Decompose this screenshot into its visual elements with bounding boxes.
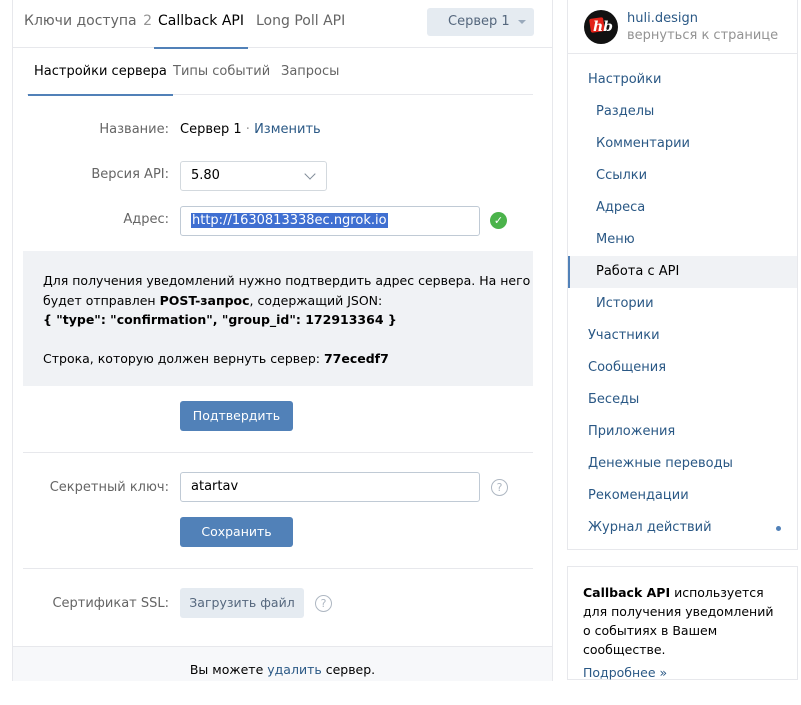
info-bold: POST-запрос — [159, 292, 250, 308]
info-json: { "type": "confirmation", "group_id": 17… — [43, 312, 397, 327]
check-icon: ✓ — [490, 212, 507, 229]
delete-server-link[interactable]: удалить — [267, 662, 321, 677]
callback-info-card: Callback API используется для получения … — [567, 566, 798, 680]
menu-item-messages[interactable]: Сообщения — [568, 352, 797, 384]
server-select[interactable]: Сервер 1 — [427, 8, 534, 36]
info-text: будет отправлен — [43, 292, 160, 308]
tab-callback-api[interactable]: Callback API — [153, 0, 249, 49]
menu-item-members[interactable]: Участники — [568, 320, 797, 352]
secret-key-value: atartav — [191, 479, 239, 494]
menu-item-addresses[interactable]: Адреса — [568, 192, 797, 224]
notification-dot — [776, 526, 781, 531]
info-text: Строка, которую должен вернуть сервер: — [43, 350, 324, 366]
tab-label: Callback API — [158, 13, 245, 29]
menu-item-settings[interactable]: Настройки — [568, 64, 797, 96]
address-label: Адрес: — [123, 212, 169, 227]
secret-key-label: Секретный ключ: — [49, 480, 169, 495]
separator: · — [241, 122, 255, 137]
delete-server-footer: Вы можете удалить сервер. — [13, 646, 552, 681]
group-name-link[interactable]: huli.design — [627, 11, 698, 26]
tab-label: Long Poll API — [256, 13, 346, 29]
menu-item-stories[interactable]: Истории — [568, 288, 797, 320]
change-name-link[interactable]: Изменить — [254, 122, 321, 137]
footer-text: сервер. — [321, 662, 376, 677]
back-to-page-link[interactable]: вернуться к странице — [627, 28, 778, 43]
api-version-value: 5.80 — [191, 168, 220, 183]
server-select-value: Сервер 1 — [448, 14, 510, 29]
footer-text: Вы можете — [189, 662, 268, 677]
save-button[interactable]: Сохранить — [180, 517, 293, 547]
group-header: hb huli.design вернуться к странице — [568, 0, 797, 54]
info-text: , содержащий JSON: — [249, 292, 383, 308]
server-name-value: Сервер 1 — [180, 122, 242, 137]
settings-sidebar: hb huli.design вернуться к странице Наст… — [567, 0, 798, 550]
confirmation-code: 77ecedf7 — [323, 350, 389, 366]
top-tabs: Ключи доступа 2 Callback API Long Poll A… — [13, 0, 552, 49]
menu-item-chats[interactable]: Беседы — [568, 384, 797, 416]
ssl-label: Сертификат SSL: — [52, 596, 169, 611]
info-title: Callback API — [583, 585, 671, 600]
learn-more-link[interactable]: Подробнее » — [583, 663, 782, 682]
divider — [23, 568, 533, 569]
confirm-button[interactable]: Подтвердить — [180, 401, 293, 431]
info-line: Строка, которую должен вернуть сервер: 7… — [43, 349, 513, 369]
name-label: Название: — [99, 122, 169, 137]
divider — [23, 452, 533, 453]
logo-icon: hb — [593, 19, 613, 35]
help-icon[interactable]: ? — [315, 595, 332, 612]
server-name: Сервер 1 · Изменить — [180, 122, 321, 137]
help-icon[interactable]: ? — [491, 479, 508, 496]
info-line: будет отправлен POST-запрос, содержащий … — [43, 291, 513, 311]
upload-file-button[interactable]: Загрузить файл — [180, 588, 304, 618]
confirmation-info: Для получения уведомлений нужно подтверд… — [23, 251, 533, 386]
tab-event-types[interactable]: Типы событий — [173, 48, 270, 95]
menu-item-links[interactable]: Ссылки — [568, 160, 797, 192]
address-value: http://1630813338ec.ngrok.io — [191, 213, 388, 228]
secret-key-input[interactable]: atartav — [180, 472, 480, 502]
address-input[interactable]: http://1630813338ec.ngrok.io — [180, 206, 480, 236]
menu-item-money-transfers[interactable]: Денежные переводы — [568, 448, 797, 480]
tab-long-poll-api[interactable]: Long Poll API — [256, 0, 345, 48]
tab-requests[interactable]: Запросы — [281, 48, 339, 95]
menu-item-action-log[interactable]: Журнал действий — [568, 512, 797, 544]
chevron-down-icon — [304, 168, 316, 180]
tab-access-keys[interactable]: Ключи доступа 2 — [24, 0, 152, 48]
tab-count: 2 — [143, 13, 152, 29]
sub-tabs: Настройки сервера Типы событий Запросы — [27, 48, 533, 96]
tab-server-settings[interactable]: Настройки сервера — [28, 48, 173, 96]
menu-item-apps[interactable]: Приложения — [568, 416, 797, 448]
menu-item-label: Журнал действий — [588, 520, 712, 535]
menu-item-recommendations[interactable]: Рекомендации — [568, 480, 797, 512]
caret-down-icon — [518, 20, 526, 24]
api-version-select[interactable]: 5.80 — [180, 161, 327, 191]
menu-item-sections[interactable]: Разделы — [568, 96, 797, 128]
menu-item-menu[interactable]: Меню — [568, 224, 797, 256]
avatar[interactable]: hb — [584, 10, 618, 44]
tab-label: Ключи доступа — [24, 13, 137, 29]
info-line: Для получения уведомлений нужно подтверд… — [43, 273, 531, 288]
menu-item-api[interactable]: Работа с API — [568, 256, 797, 288]
api-version-label: Версия API: — [91, 167, 169, 182]
menu-item-comments[interactable]: Комментарии — [568, 128, 797, 160]
callback-api-panel: Ключи доступа 2 Callback API Long Poll A… — [12, 0, 553, 681]
